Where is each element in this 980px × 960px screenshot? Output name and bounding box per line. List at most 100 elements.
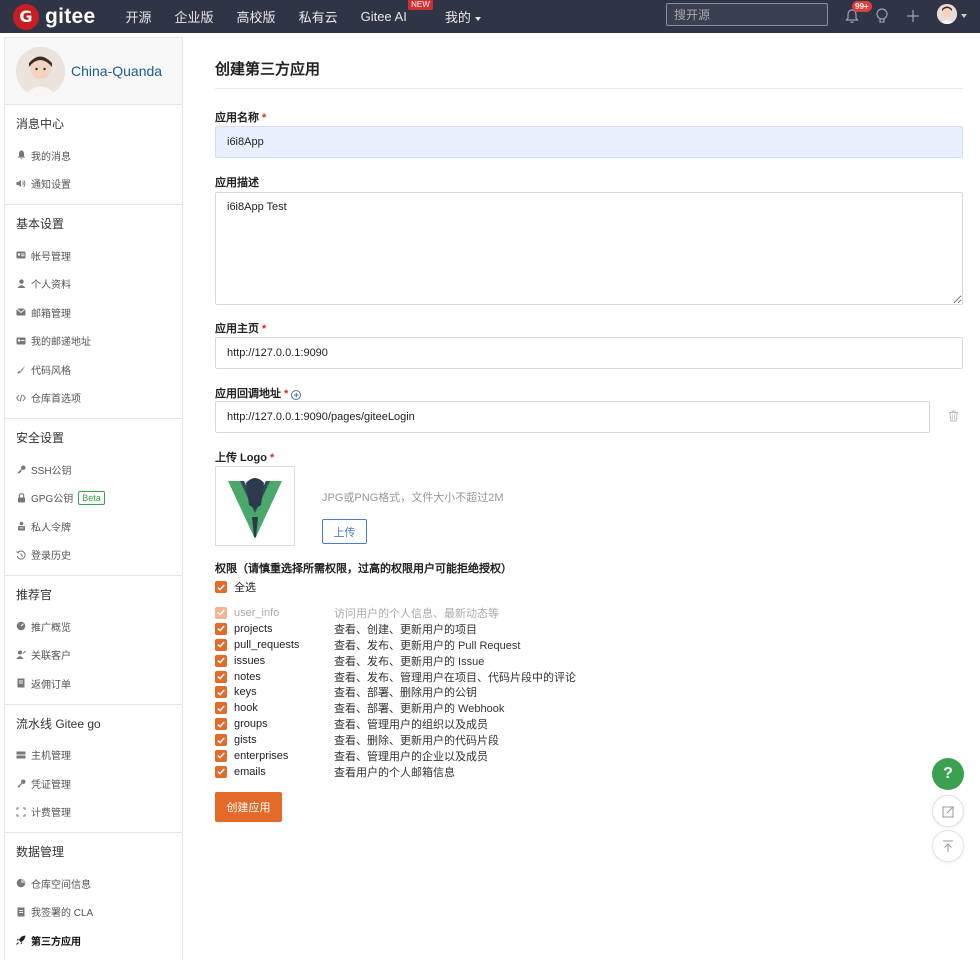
permission-description: 查看、部署、删除用户的公钥 bbox=[334, 687, 477, 700]
permission-name: user_info bbox=[234, 606, 280, 619]
user-avatar[interactable] bbox=[937, 4, 957, 24]
logo-text: gitee bbox=[45, 4, 96, 28]
sidebar-item-email[interactable]: 邮箱管理 bbox=[5, 298, 182, 327]
checkbox-checked-icon[interactable] bbox=[215, 702, 227, 715]
nav-link-gitee-ai[interactable]: Gitee AI NEW bbox=[360, 0, 433, 24]
select-all-checkbox[interactable]: 全选 bbox=[215, 579, 256, 595]
checkbox-checked-icon[interactable] bbox=[215, 654, 227, 667]
nav-link-private-cloud[interactable]: 私有云 bbox=[299, 7, 338, 26]
key-icon bbox=[16, 464, 26, 474]
checkbox-checked-icon[interactable] bbox=[215, 765, 227, 778]
avatar-chevron-down-icon[interactable] bbox=[961, 14, 967, 18]
permission-row[interactable]: emails 查看用户的个人邮箱信息 bbox=[215, 764, 576, 780]
sidebar-item-profile[interactable]: 个人资料 bbox=[5, 270, 182, 299]
checkbox-checked-icon[interactable] bbox=[215, 749, 227, 762]
trash-icon[interactable] bbox=[948, 410, 959, 425]
sidebar-item-gpg-keys[interactable]: GPG公钥 Beta bbox=[5, 484, 182, 513]
sidebar-item-label: 关联客户 bbox=[31, 651, 71, 663]
pie-icon bbox=[16, 878, 26, 888]
sidebar-item-billing[interactable]: 计费管理 bbox=[5, 798, 182, 827]
sidebar-item-linked-customers[interactable]: 关联客户 bbox=[5, 641, 182, 670]
sidebar-item-credentials[interactable]: 凭证管理 bbox=[5, 769, 182, 798]
sidebar-item-promotion-overview[interactable]: 推广概览 bbox=[5, 612, 182, 641]
sidebar-item-signed-cla[interactable]: 我签署的 CLA bbox=[5, 898, 182, 927]
logo-format-hint: JPG或PNG格式，文件大小不超过2M bbox=[322, 492, 504, 504]
checkbox-checked-icon[interactable] bbox=[215, 670, 227, 683]
help-button[interactable]: ? bbox=[932, 758, 964, 790]
nav-link-gitee-ai-label: Gitee AI bbox=[360, 9, 407, 24]
new-badge: NEW bbox=[408, 0, 433, 10]
code-icon bbox=[16, 393, 26, 403]
add-callback-plus-icon[interactable]: + bbox=[291, 390, 302, 400]
sidebar-item-label: 推广概览 bbox=[31, 622, 71, 634]
permission-row[interactable]: pull_requests 查看、发布、更新用户的 Pull Request bbox=[215, 637, 576, 653]
permission-list: user_info 访问用户的个人信息、最新动态等 projects 查看、创建… bbox=[215, 605, 576, 780]
nav-link-education[interactable]: 高校版 bbox=[237, 7, 276, 26]
permission-row[interactable]: issues 查看、发布、更新用户的 Issue bbox=[215, 653, 576, 669]
app-description-textarea[interactable]: i6i8App Test bbox=[215, 192, 963, 305]
upload-logo-label-text: 上传 Logo bbox=[215, 452, 267, 464]
permission-row[interactable]: keys 查看、部署、删除用户的公钥 bbox=[215, 684, 576, 700]
permission-description: 查看、发布、管理用户在项目、代码片段中的评论 bbox=[334, 671, 576, 684]
sidebar-item-host-management[interactable]: 主机管理 bbox=[5, 741, 182, 770]
permission-name: hook bbox=[234, 702, 258, 715]
checkbox-checked-icon[interactable] bbox=[215, 734, 227, 747]
profile-avatar[interactable] bbox=[16, 46, 65, 96]
profile-username[interactable]: China-Quanda bbox=[71, 63, 162, 79]
server-icon bbox=[16, 750, 26, 760]
sidebar-section-messages: 消息中心 我的消息 通知设置 bbox=[5, 105, 182, 205]
sidebar-item-repo-storage[interactable]: 仓库空间信息 bbox=[5, 869, 182, 898]
permission-row[interactable]: enterprises 查看、管理用户的企业以及成员 bbox=[215, 748, 576, 764]
nav-link-mine-label: 我的 bbox=[444, 10, 471, 25]
plus-icon[interactable] bbox=[903, 6, 923, 26]
permission-row[interactable]: hook 查看、部署、更新用户的 Webhook bbox=[215, 700, 576, 716]
speaker-icon bbox=[16, 179, 26, 189]
dashboard-icon bbox=[16, 621, 26, 631]
back-to-top-icon[interactable] bbox=[932, 830, 964, 862]
sidebar-item-account[interactable]: 帐号管理 bbox=[5, 241, 182, 270]
create-app-button[interactable]: 创建应用 bbox=[215, 792, 282, 822]
checkbox-checked-icon[interactable] bbox=[215, 622, 227, 635]
checkbox-checked-icon[interactable] bbox=[215, 638, 227, 651]
permission-name: emails bbox=[234, 765, 266, 778]
lightbulb-icon[interactable] bbox=[872, 6, 892, 26]
sidebar-item-login-history[interactable]: 登录历史 bbox=[5, 541, 182, 570]
app-description-label: 应用描述 bbox=[215, 177, 259, 189]
key-icon bbox=[16, 778, 26, 788]
permission-row: user_info 访问用户的个人信息、最新动态等 bbox=[215, 605, 576, 621]
permission-name: gists bbox=[234, 734, 257, 747]
sidebar-item-commission-orders[interactable]: 返佣订单 bbox=[5, 669, 182, 698]
feedback-edit-icon[interactable] bbox=[932, 795, 964, 827]
sidebar-section-security: 安全设置 SSH公钥 GPG公钥 Beta 私人令牌 登录历史 bbox=[5, 419, 182, 576]
app-name-input[interactable] bbox=[215, 126, 963, 158]
sidebar-section-title: 数据管理 bbox=[16, 845, 65, 859]
nav-link-enterprise[interactable]: 企业版 bbox=[175, 7, 214, 26]
nav-link-open-source[interactable]: 开源 bbox=[126, 7, 152, 26]
nav-link-mine[interactable]: 我的 bbox=[445, 7, 481, 26]
sidebar-section-title: 推荐官 bbox=[16, 588, 53, 602]
upload-logo-button[interactable]: 上传 bbox=[322, 519, 367, 544]
sidebar-item-private-tokens[interactable]: 私人令牌 bbox=[5, 512, 182, 541]
sidebar-item-repo-preferences[interactable]: 仓库首选项 bbox=[5, 384, 182, 413]
checkbox-checked-icon[interactable] bbox=[215, 718, 227, 731]
permission-row[interactable]: notes 查看、发布、管理用户在项目、代码片段中的评论 bbox=[215, 669, 576, 685]
sidebar-item-my-messages[interactable]: 我的消息 bbox=[5, 141, 182, 170]
sidebar-item-code-style[interactable]: 代码风格 bbox=[5, 355, 182, 384]
sidebar-section-title: 基本设置 bbox=[16, 217, 65, 231]
gitee-logo[interactable]: G gitee bbox=[13, 3, 96, 30]
sidebar-item-notification-settings[interactable]: 通知设置 bbox=[5, 170, 182, 199]
nav-links: 开源 企业版 高校版 私有云 Gitee AI NEW 我的 bbox=[126, 0, 504, 33]
search-input[interactable] bbox=[666, 3, 828, 26]
permission-row[interactable]: projects 查看、创建、更新用户的项目 bbox=[215, 621, 576, 637]
permissions-title: 权限（请慎重选择所需权限，过高的权限用户可能拒绝授权） bbox=[215, 563, 512, 575]
sidebar-item-mailing-address[interactable]: 我的邮递地址 bbox=[5, 327, 182, 356]
sidebar-item-third-party-apps[interactable]: 第三方应用 bbox=[5, 926, 182, 955]
permission-row[interactable]: gists 查看、删除、更新用户的代码片段 bbox=[215, 732, 576, 748]
checkbox-checked-icon[interactable] bbox=[215, 686, 227, 699]
sidebar-item-label: 凭证管理 bbox=[31, 779, 71, 791]
sidebar-item-ssh-keys[interactable]: SSH公钥 bbox=[5, 455, 182, 484]
callback-url-input[interactable] bbox=[215, 401, 930, 433]
permission-row[interactable]: groups 查看、管理用户的组织以及成员 bbox=[215, 716, 576, 732]
app-name-label-text: 应用名称 bbox=[215, 112, 259, 124]
app-homepage-input[interactable] bbox=[215, 337, 963, 369]
